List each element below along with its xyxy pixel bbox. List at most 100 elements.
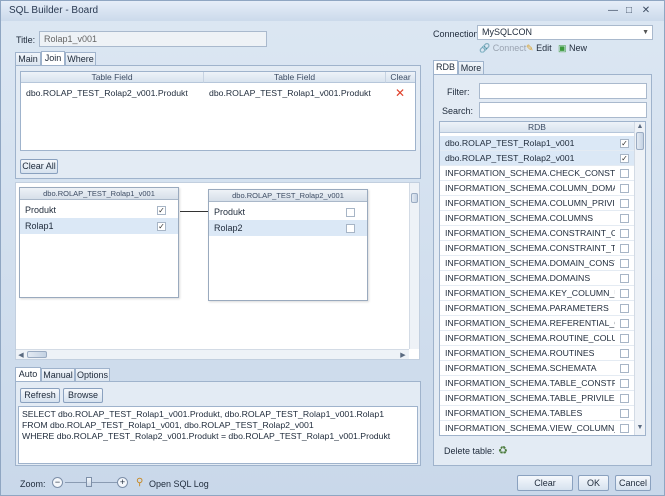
- rdb-table-checkbox[interactable]: [620, 244, 629, 253]
- rdb-table-checkbox[interactable]: [620, 259, 629, 268]
- tab-join[interactable]: Join: [41, 51, 65, 65]
- tab-main[interactable]: Main: [15, 52, 41, 65]
- sql-editor[interactable]: SELECT dbo.ROLAP_TEST_Rolap1_v001.Produk…: [18, 406, 418, 464]
- diagram-hscroll-thumb[interactable]: [27, 351, 47, 358]
- close-window-button[interactable]: ✕: [639, 4, 653, 17]
- rdb-table-row[interactable]: INFORMATION_SCHEMA.REFERENTIAL_CONSTR: [440, 316, 634, 331]
- scroll-down-icon[interactable]: ▼: [635, 424, 645, 431]
- rdb-table-checkbox[interactable]: [620, 409, 629, 418]
- ok-button[interactable]: OK: [578, 475, 609, 491]
- rdb-table-row[interactable]: INFORMATION_SCHEMA.TABLE_PRIVILEGES: [440, 391, 634, 406]
- rdb-table-row[interactable]: INFORMATION_SCHEMA.SCHEMATA: [440, 361, 634, 376]
- zoom-in-icon[interactable]: +: [117, 477, 128, 488]
- search-input[interactable]: [479, 102, 647, 118]
- node-checkbox[interactable]: [346, 208, 355, 217]
- tab-auto[interactable]: Auto: [15, 367, 41, 381]
- rdb-table-row[interactable]: INFORMATION_SCHEMA.DOMAINS: [440, 271, 634, 286]
- node-checkbox[interactable]: ✓: [157, 222, 166, 231]
- link-icon: 🔗: [479, 43, 491, 53]
- node-checkbox[interactable]: ✓: [157, 206, 166, 215]
- rdb-table-checkbox[interactable]: [620, 184, 629, 193]
- scroll-up-icon[interactable]: ▲: [635, 123, 645, 130]
- clear-button[interactable]: Clear: [517, 475, 573, 491]
- new-button[interactable]: ▣ New: [558, 43, 587, 54]
- cancel-button[interactable]: Cancel: [615, 475, 651, 491]
- browse-button[interactable]: Browse: [63, 388, 103, 403]
- connection-select[interactable]: MySQLCON ▼: [477, 25, 653, 40]
- rdb-vscroll-thumb[interactable]: [636, 132, 644, 150]
- rdb-table-checkbox[interactable]: [620, 319, 629, 328]
- scroll-left-icon[interactable]: ◀: [16, 351, 26, 359]
- rdb-table-row[interactable]: INFORMATION_SCHEMA.CONSTRAINT_TABLE_U: [440, 241, 634, 256]
- diagram-hscrollbar[interactable]: ◀ ▶: [16, 349, 409, 359]
- node-row-rolap2[interactable]: Rolap2: [209, 220, 367, 236]
- rdb-table-row[interactable]: INFORMATION_SCHEMA.COLUMN_DOMAIN_US: [440, 181, 634, 196]
- rdb-table-checkbox[interactable]: [620, 274, 629, 283]
- rdb-table-row[interactable]: INFORMATION_SCHEMA.CONSTRAINT_COLUM: [440, 226, 634, 241]
- rdb-table-row[interactable]: INFORMATION_SCHEMA.TABLES: [440, 406, 634, 421]
- rdb-table-row[interactable]: INFORMATION_SCHEMA.VIEW_COLUMN_USAG: [440, 421, 634, 435]
- zoom-out-icon[interactable]: −: [52, 477, 63, 488]
- filter-input[interactable]: [479, 83, 647, 99]
- tab-manual[interactable]: Manual: [41, 368, 75, 381]
- rdb-table-checkbox[interactable]: ✓: [620, 139, 629, 148]
- zoom-slider-thumb[interactable]: [86, 477, 92, 487]
- connection-label: Connection:: [433, 29, 482, 39]
- rdb-table-row[interactable]: INFORMATION_SCHEMA.PARAMETERS: [440, 301, 634, 316]
- diagram-vscroll-thumb[interactable]: [411, 193, 418, 203]
- node-row-label: Rolap1: [25, 221, 54, 231]
- rdb-table-checkbox[interactable]: [620, 364, 629, 373]
- rdb-table-row[interactable]: dbo.ROLAP_TEST_Rolap2_v001 ✓: [440, 151, 634, 166]
- rdb-table-row[interactable]: INFORMATION_SCHEMA.CHECK_CONSTRAINTS: [440, 166, 634, 181]
- node-row-rolap1[interactable]: Rolap1: [20, 218, 178, 234]
- open-sql-log-link[interactable]: Open SQL Log: [149, 479, 209, 489]
- delete-table-label: Delete table:: [444, 446, 495, 456]
- table-node-rolap1[interactable]: dbo.ROLAP_TEST_Rolap1_v001 Produkt ✓ Rol…: [19, 187, 179, 298]
- rdb-table-checkbox[interactable]: ✓: [620, 154, 629, 163]
- title-bar: SQL Builder - Board — □ ✕: [1, 1, 664, 21]
- rdb-table-row[interactable]: INFORMATION_SCHEMA.COLUMN_PRIVILEGES: [440, 196, 634, 211]
- rdb-table-checkbox[interactable]: [620, 394, 629, 403]
- rdb-table-name: INFORMATION_SCHEMA.TABLE_PRIVILEGES: [445, 393, 615, 403]
- node-row-produkt[interactable]: Produkt: [209, 204, 367, 220]
- edit-button[interactable]: ✎ Edit: [526, 43, 552, 54]
- rdb-table-checkbox[interactable]: [620, 169, 629, 178]
- rdb-table-checkbox[interactable]: [620, 289, 629, 298]
- tab-options[interactable]: Options: [75, 368, 110, 381]
- tab-more[interactable]: More: [458, 61, 484, 74]
- minimize-button[interactable]: —: [606, 4, 620, 17]
- tab-where[interactable]: Where: [65, 52, 96, 65]
- rdb-table-row[interactable]: INFORMATION_SCHEMA.ROUTINES: [440, 346, 634, 361]
- rdb-table-checkbox[interactable]: [620, 334, 629, 343]
- connect-button[interactable]: 🔗 Connect: [479, 43, 526, 54]
- rdb-table-row[interactable]: INFORMATION_SCHEMA.KEY_COLUMN_USAGE: [440, 286, 634, 301]
- rdb-table-checkbox[interactable]: [620, 424, 629, 433]
- rdb-table-checkbox[interactable]: [620, 199, 629, 208]
- rdb-table-row[interactable]: INFORMATION_SCHEMA.TABLE_CONSTRAINTS: [440, 376, 634, 391]
- clear-all-button[interactable]: Clear All: [20, 159, 58, 174]
- maximize-button[interactable]: □: [622, 4, 636, 17]
- table-node-rolap2[interactable]: dbo.ROLAP_TEST_Rolap2_v001 Produkt Rolap…: [208, 189, 368, 301]
- rdb-table-row[interactable]: INFORMATION_SCHEMA.ROUTINE_COLUMNS: [440, 331, 634, 346]
- rdb-table-row[interactable]: dbo.ROLAP_TEST_Rolap1_v001 ✓: [440, 136, 634, 151]
- node-checkbox[interactable]: [346, 224, 355, 233]
- rdb-vscrollbar[interactable]: ▲ ▼: [634, 122, 645, 435]
- join-row[interactable]: dbo.ROLAP_TEST_Rolap2_v001.Produkt dbo.R…: [21, 85, 415, 101]
- diagram-vscrollbar[interactable]: [409, 183, 419, 349]
- title-input[interactable]: Rolap1_v001: [39, 31, 267, 47]
- rdb-table-checkbox[interactable]: [620, 379, 629, 388]
- refresh-button[interactable]: Refresh: [20, 388, 60, 403]
- rdb-table-checkbox[interactable]: [620, 214, 629, 223]
- diagram-canvas[interactable]: dbo.ROLAP_TEST_Rolap1_v001 Produkt ✓ Rol…: [15, 182, 420, 360]
- rdb-table-row[interactable]: INFORMATION_SCHEMA.DOMAIN_CONSTRAIN: [440, 256, 634, 271]
- rdb-table-row[interactable]: INFORMATION_SCHEMA.COLUMNS: [440, 211, 634, 226]
- node-row-label: Produkt: [25, 205, 57, 215]
- scroll-right-icon[interactable]: ▶: [398, 351, 408, 359]
- rdb-table-checkbox[interactable]: [620, 349, 629, 358]
- rdb-table-checkbox[interactable]: [620, 229, 629, 238]
- clear-join-icon[interactable]: ✕: [395, 85, 405, 101]
- rdb-table-checkbox[interactable]: [620, 304, 629, 313]
- node-row-produkt[interactable]: Produkt: [20, 202, 178, 218]
- recycle-bin-icon[interactable]: ♻: [498, 444, 508, 457]
- tab-rdb[interactable]: RDB: [433, 60, 458, 74]
